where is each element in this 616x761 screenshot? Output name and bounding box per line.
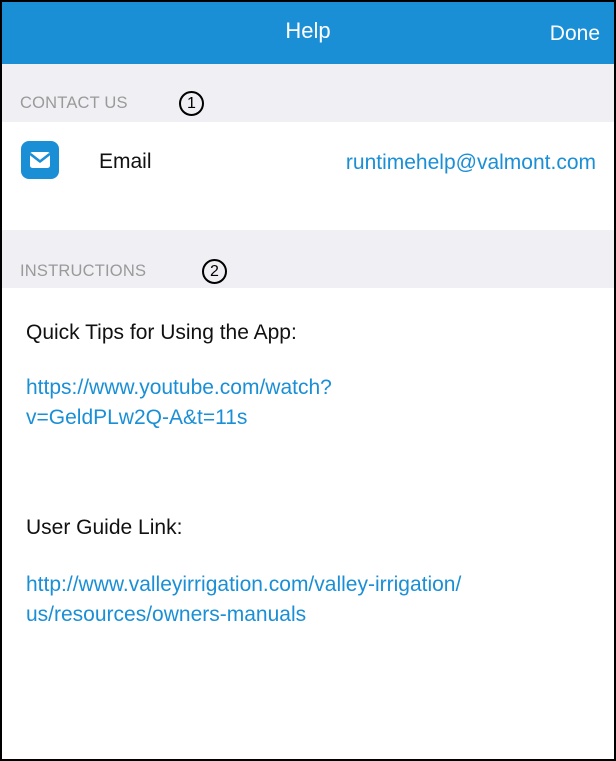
navigation-bar: Help Done — [2, 2, 614, 64]
email-label: Email — [99, 150, 152, 173]
done-button[interactable]: Done — [550, 22, 600, 46]
link-line: us/resources/owners-manuals — [26, 603, 307, 626]
callout-badge-1: 1 — [179, 91, 204, 116]
quick-tips-label: Quick Tips for Using the App: — [26, 321, 297, 344]
help-screen: Help Done CONTACT US 1 Email runtimehelp… — [0, 0, 616, 761]
link-line: https://www.youtube.com/watch? — [26, 376, 332, 399]
contact-us-section-header: CONTACT US 1 — [2, 64, 614, 122]
instructions-section-header: INSTRUCTIONS 2 — [2, 230, 614, 288]
section-header-label: CONTACT US — [20, 94, 128, 112]
user-guide-label: User Guide Link: — [26, 516, 183, 539]
page-title: Help — [285, 18, 331, 43]
link-line: http://www.valleyirrigation.com/valley-i… — [26, 573, 462, 596]
user-guide-link[interactable]: http://www.valleyirrigation.com/valley-i… — [26, 570, 596, 630]
quick-tips-video-link[interactable]: https://www.youtube.com/watch? v=GeldPLw… — [26, 373, 596, 433]
callout-badge-2: 2 — [202, 259, 227, 284]
mail-icon — [21, 141, 59, 179]
email-link[interactable]: runtimehelp@valmont.com — [346, 151, 596, 175]
link-line: v=GeldPLw2Q-A&t=11s — [26, 406, 248, 429]
email-row[interactable]: Email runtimehelp@valmont.com — [2, 122, 614, 230]
section-header-label: INSTRUCTIONS — [20, 262, 147, 280]
